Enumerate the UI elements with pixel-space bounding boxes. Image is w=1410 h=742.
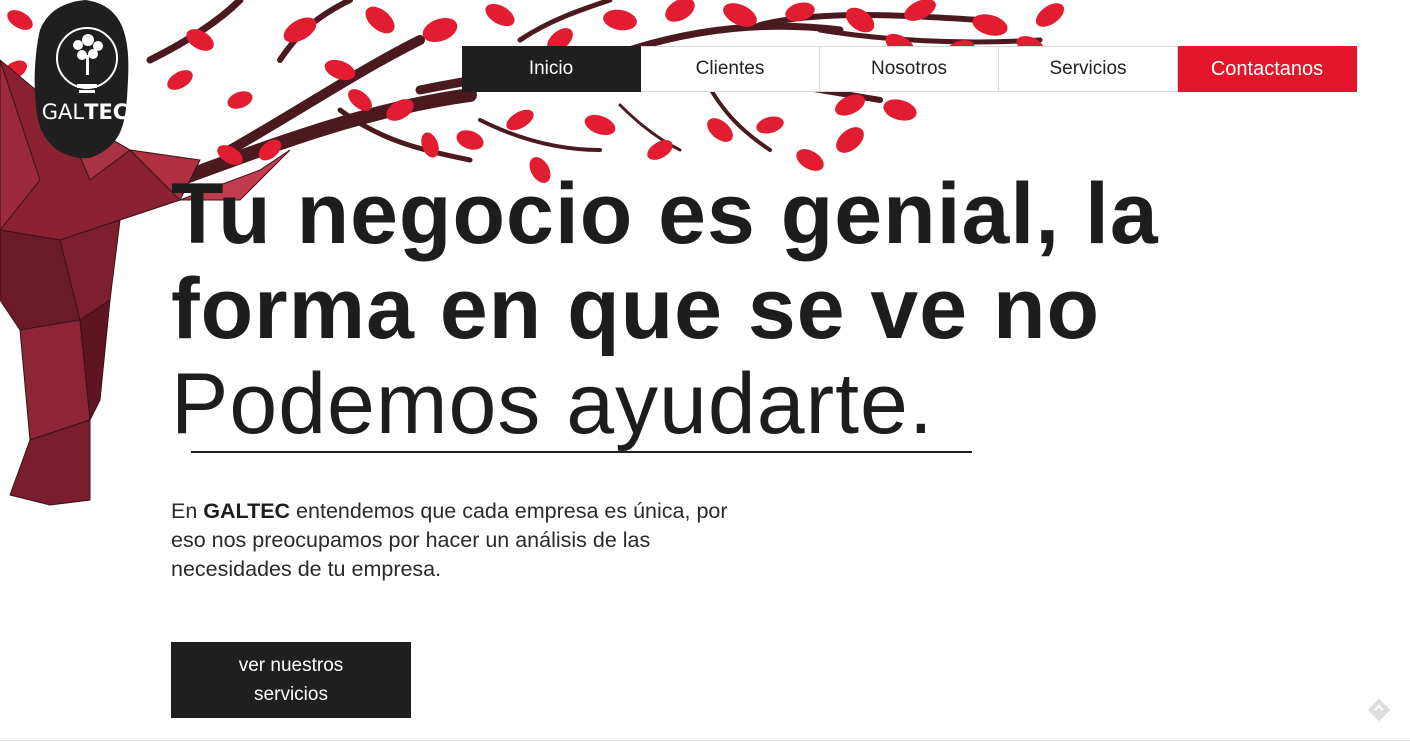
scroll-top-icon[interactable] — [1366, 697, 1392, 723]
headline-period: . — [908, 356, 934, 452]
hero-intro-text: En GALTEC entendemos que cada empresa es… — [171, 497, 751, 584]
intro-pre: En — [171, 499, 204, 523]
headline-line-1: Tu negocio es genial, la — [171, 166, 1159, 262]
logo-wordmark: GALTEC — [41, 100, 129, 124]
nav-clientes[interactable]: Clientes — [641, 46, 820, 92]
intro-brand: GALTEC — [203, 499, 291, 523]
headline-line-3: Podemos ayudarte. — [171, 357, 1159, 452]
hero-headline: Tu negocio es genial, la forma en que se… — [171, 167, 1159, 452]
nav-inicio[interactable]: Inicio — [462, 46, 641, 92]
page: GALTEC Inicio Clientes Nosotros Servicio… — [0, 0, 1410, 742]
headline-underline — [191, 451, 972, 453]
galtec-logo[interactable]: GALTEC — [30, 0, 140, 160]
headline-line-2: forma en que se ve no — [171, 261, 1101, 357]
lightbulb-tree-icon — [34, 0, 129, 159]
ver-servicios-button[interactable]: ver nuestros servicios — [171, 642, 411, 718]
nav-servicios[interactable]: Servicios — [999, 46, 1178, 92]
nav-contactanos-button[interactable]: Contactanos — [1178, 46, 1357, 92]
main-nav: Inicio Clientes Nosotros Servicios Conta… — [462, 46, 1357, 92]
nav-nosotros[interactable]: Nosotros — [820, 46, 999, 92]
headline-line-3-text: Podemos ayudarte — [171, 356, 909, 452]
bottom-divider — [0, 740, 1410, 741]
